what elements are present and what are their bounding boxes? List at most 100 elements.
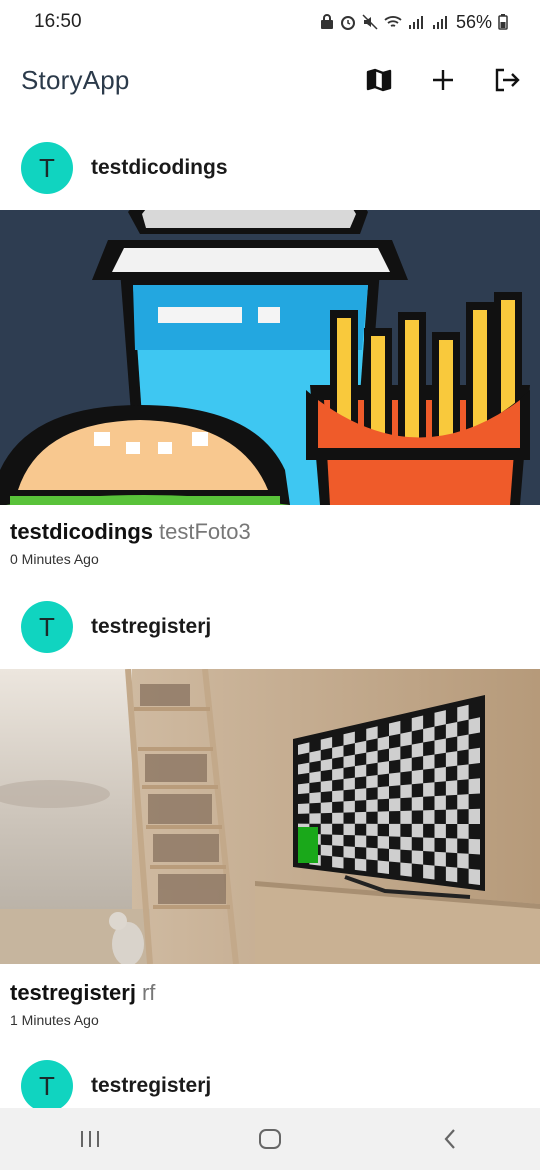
system-nav-bar xyxy=(0,1108,540,1170)
wifi-icon xyxy=(384,16,402,27)
checker-square xyxy=(298,803,310,814)
checker-square xyxy=(309,792,321,804)
checker-square xyxy=(423,864,435,880)
mute-icon xyxy=(362,14,378,30)
caption-description: testFoto3 xyxy=(159,519,251,544)
story-header[interactable]: T testregisterj xyxy=(0,592,540,662)
checker-square xyxy=(343,823,355,836)
checker-square xyxy=(445,866,458,883)
checker-square xyxy=(320,758,333,772)
checker-square xyxy=(411,796,424,811)
checker-square xyxy=(423,754,435,770)
home-icon xyxy=(259,1129,281,1149)
caption-username: testregisterj xyxy=(10,980,136,1005)
checker-square xyxy=(411,715,424,732)
back-button[interactable] xyxy=(430,1119,470,1159)
add-story-button[interactable] xyxy=(430,67,456,93)
checker-square xyxy=(457,764,469,781)
checker-square xyxy=(434,710,446,727)
checker-square xyxy=(343,754,355,768)
checker-square xyxy=(400,731,412,747)
checker-square xyxy=(457,704,469,722)
app-title: StoryApp xyxy=(21,64,130,95)
checker-square xyxy=(377,786,389,800)
caption-line: testdicodings testFoto3 xyxy=(10,519,251,545)
checker-square xyxy=(423,810,435,824)
recents-button[interactable] xyxy=(70,1119,110,1159)
story-header[interactable]: T testdicodings xyxy=(0,133,540,203)
checker-square xyxy=(354,835,367,848)
checker-square xyxy=(457,853,469,869)
checker-square xyxy=(309,813,321,824)
checker-square xyxy=(411,742,424,758)
map-icon xyxy=(366,68,392,92)
checker-square xyxy=(366,799,378,812)
map-button[interactable] xyxy=(366,67,392,93)
app-bar: StoryApp xyxy=(0,44,540,116)
back-icon xyxy=(444,1129,455,1149)
checker-square xyxy=(423,726,435,743)
checker-square xyxy=(366,750,378,765)
checker-square xyxy=(366,847,378,861)
checker-square xyxy=(377,736,389,751)
checker-square xyxy=(423,837,435,852)
checker-square xyxy=(389,848,401,863)
checker-square xyxy=(434,851,446,867)
checker-square xyxy=(445,838,458,854)
story-username: testregisterj xyxy=(91,615,212,638)
checker-square xyxy=(468,868,480,885)
battery-level: 56% xyxy=(455,11,492,32)
caption-description: rf xyxy=(141,980,156,1005)
checker-square xyxy=(366,775,378,789)
checker-square xyxy=(411,769,424,785)
home-button[interactable] xyxy=(250,1119,290,1159)
caption-line: testregisterj rf xyxy=(10,980,155,1006)
checker-square xyxy=(468,838,480,855)
signal-icon xyxy=(408,16,423,29)
checker-square xyxy=(457,794,469,810)
checker-square xyxy=(468,778,480,795)
checker-square xyxy=(434,795,446,811)
checker-square xyxy=(445,751,458,767)
checker-square xyxy=(354,858,367,872)
checker-square xyxy=(354,811,367,824)
avatar: T xyxy=(21,1060,73,1112)
checker-square xyxy=(400,757,412,773)
checker-square xyxy=(343,846,355,859)
alarm-icon xyxy=(340,16,355,30)
checker-square xyxy=(400,836,412,851)
checker-square xyxy=(468,747,480,765)
add-icon xyxy=(433,70,453,90)
checker-square xyxy=(343,800,355,813)
checker-square xyxy=(457,823,469,839)
checker-square xyxy=(320,780,333,793)
checker-square xyxy=(354,740,367,755)
checker-square xyxy=(332,790,344,803)
checker-square xyxy=(400,810,412,824)
avatar: T xyxy=(21,601,73,653)
status-icons: 56% xyxy=(320,12,508,33)
checker-square xyxy=(298,762,310,775)
checker-square xyxy=(423,782,435,797)
checker-square xyxy=(434,767,446,783)
checker-square xyxy=(468,808,480,824)
checker-square xyxy=(332,767,344,781)
checker-square xyxy=(332,834,344,847)
checker-square xyxy=(434,738,446,755)
story-caption: testregisterj rf 1 Minutes Ago xyxy=(10,980,155,1028)
story-image[interactable] xyxy=(0,210,540,505)
story-time: 0 Minutes Ago xyxy=(10,551,99,567)
room-photo xyxy=(0,669,540,964)
checker-square xyxy=(343,777,355,791)
checker-square xyxy=(298,783,310,795)
checker-square xyxy=(377,811,389,824)
checker-square xyxy=(411,823,424,838)
checker-square xyxy=(389,746,401,762)
checker-square xyxy=(354,788,367,801)
lock-icon xyxy=(320,14,333,29)
story-time: 1 Minutes Ago xyxy=(10,1012,99,1028)
logout-button[interactable] xyxy=(494,67,520,93)
signal-icon-2 xyxy=(432,16,447,29)
checker-square xyxy=(320,844,333,857)
story-image[interactable] xyxy=(0,669,540,964)
